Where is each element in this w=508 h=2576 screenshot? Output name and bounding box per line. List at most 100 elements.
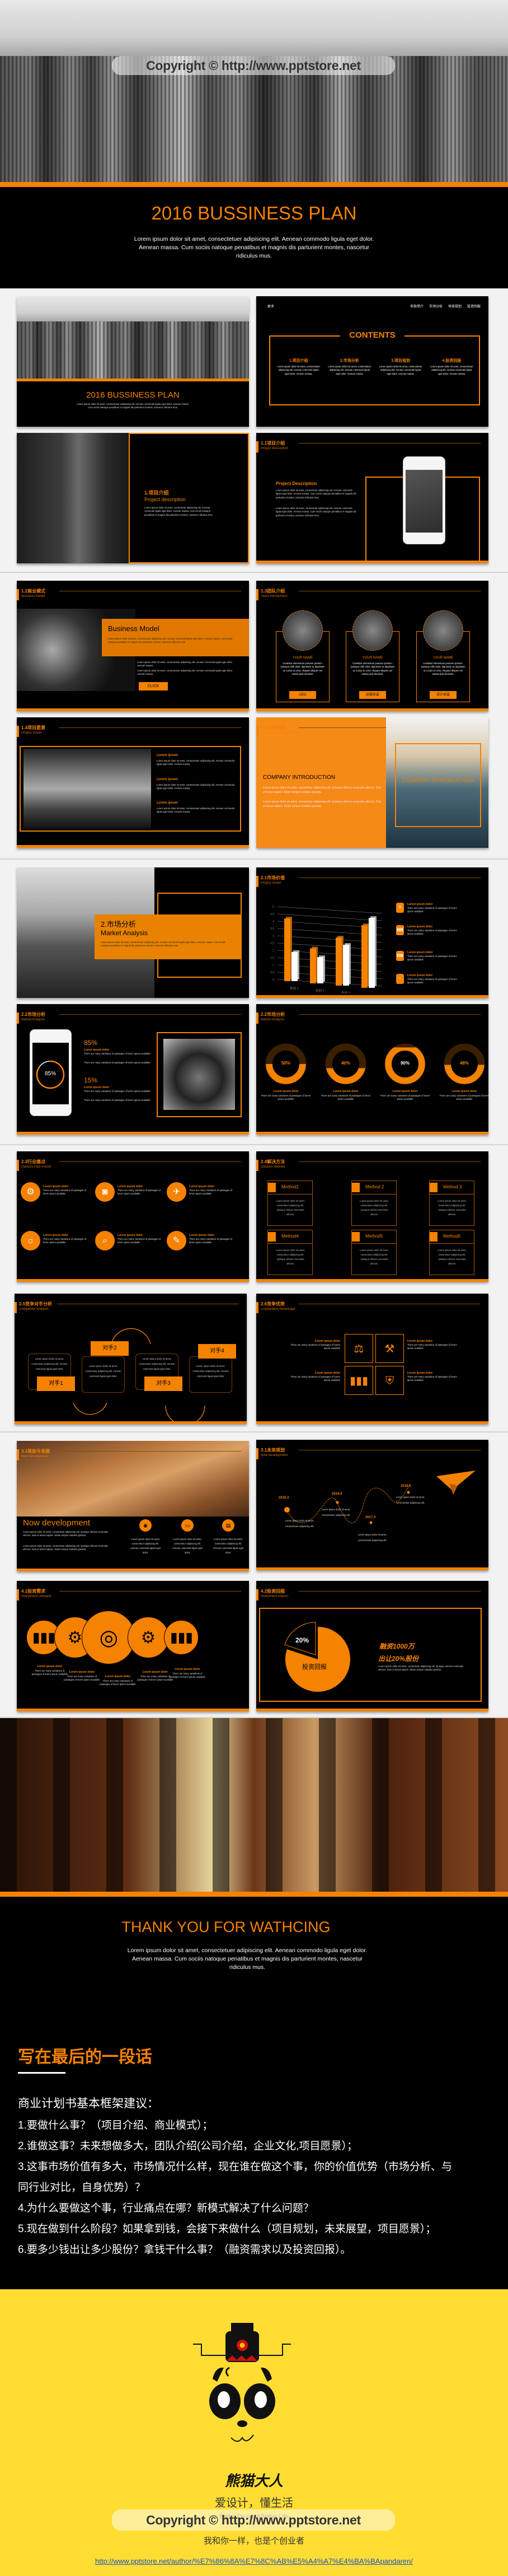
- slide-market-value[interactable]: 2.1市场价值 Project Vision 0 0.5 1 1.5 2 2.5 3 3.5 4 4…: [256, 867, 488, 998]
- member-name: YOUR NAME: [432, 656, 454, 660]
- slide-project-vision[interactable]: 1.4项目愿景 Project Vision Lorem ipsum Lorem i…: [17, 717, 249, 848]
- slide-now-development[interactable]: 3.1现如今发展 Now development Now development …: [17, 1441, 249, 1571]
- member-role-button[interactable]: 运营总监: [359, 691, 386, 699]
- motto: 我和你一样，也是个创业者: [203, 2536, 304, 2546]
- header-title: 1.4项目愿景: [21, 725, 46, 730]
- feature-body: There are many variations of passages of…: [407, 955, 457, 962]
- method-body: Lorem ipsum dolor sit amet, consectetur …: [276, 1249, 305, 1265]
- method-divider: [430, 1243, 474, 1244]
- rival-body: Lorem ipsum dolor sit amet, consectetur …: [192, 1365, 229, 1378]
- rival-label[interactable]: 对手3: [144, 1376, 182, 1391]
- milestone-body: Lorem ipsum dolor sit amet, consectetuer…: [321, 1508, 351, 1516]
- contents-item[interactable]: 1.项目介绍 Lorem ipsum dolor sit amet, consec…: [276, 358, 321, 376]
- header-rule: [299, 1161, 481, 1162]
- pain-title: Lorem ipsum dolor: [117, 1234, 143, 1237]
- slide-project-description[interactable]: 1.1项目介绍 Project description Project Descr…: [256, 433, 488, 563]
- brand-name: 熊猫大人: [224, 2472, 283, 2489]
- header-subtitle: Solution Method: [261, 1165, 285, 1169]
- member-role-button[interactable]: 设计总监: [430, 691, 457, 699]
- y-tick-label: 0.5: [270, 971, 274, 974]
- rival-label[interactable]: 对手2: [91, 1341, 129, 1356]
- bar: [310, 948, 316, 983]
- demand-title: Lorem ipsum dolor: [175, 1668, 200, 1671]
- header-title: 2.2市场分析: [261, 1012, 285, 1017]
- method-marker: [430, 1232, 438, 1242]
- notes-item: 2.谁做这事？未来想做多大，团队介绍(公司介绍，企业文化,项目愿景）；: [18, 2140, 358, 2152]
- header-title: 3.1现如今发展: [21, 1449, 50, 1454]
- vision-item-title: Lorem ipsum: [157, 801, 178, 805]
- header-accent-bar: [17, 1160, 19, 1171]
- slide-grid-2: 1.2商业模式 Business Model Business Model Lor…: [0, 573, 508, 860]
- header-rule: [299, 1014, 481, 1015]
- donut-body: There are many variations of passages of…: [261, 1094, 311, 1101]
- slide-project-intro[interactable]: 1.项目介绍 Project description Lorem ipsum d…: [17, 433, 249, 563]
- content-heading: Project Description: [276, 481, 317, 486]
- ring-label: 85%: [44, 1071, 56, 1077]
- gears-icon: ⚙: [127, 1617, 169, 1658]
- contents-item-body: Lorem ipsum dolor sit amet, consectetuer…: [379, 365, 422, 375]
- slide-investment-demand[interactable]: 4.1投资需求 Investment Demand ▮▮▮ Lorem ipsum …: [17, 1581, 249, 1711]
- slide-future-plan[interactable]: 3.1未来规划 Now development 2016.3 Lorem ipsum…: [256, 1440, 488, 1570]
- method-marker: [352, 1232, 360, 1242]
- slide-market-analysis[interactable]: 2.市场分析 Market Analysis Lorem ipsum dolor…: [17, 867, 249, 998]
- nav-item[interactable]: 市场分析: [429, 304, 443, 309]
- bottom-bar: [17, 708, 249, 711]
- header-accent-bar: [17, 1012, 19, 1024]
- header-accent-bar: [17, 1589, 19, 1600]
- paper-plane-icon: [436, 1471, 476, 1495]
- closing-body: Lorem ipsum dolor sit amet, consectetuer…: [127, 1947, 368, 1971]
- slide-cover[interactable]: 2016 BUSSINESS PLAN Lorem ipsum dolor si…: [17, 296, 249, 427]
- nav-item[interactable]: 投资回报: [467, 304, 481, 309]
- member-role-button[interactable]: CEO: [289, 691, 316, 699]
- header-subtitle: Industry Pain Points: [21, 1165, 51, 1169]
- slide-market-donuts[interactable]: 2.2市场分析 Market Analysis 50% Lorem ipsum do…: [256, 1004, 488, 1135]
- method-body: Lorem ipsum dolor sit amet, consectetur …: [438, 1249, 467, 1265]
- author-link[interactable]: http://www.pptstore.net/author/%E7%86%8A…: [0, 2557, 508, 2565]
- money-bag-icon: $: [396, 903, 404, 913]
- method-divider: [268, 1243, 312, 1244]
- contents-item-title: 2.市场分析: [340, 359, 359, 363]
- pain-title: Lorem ipsum dolor: [43, 1234, 69, 1237]
- bar: [317, 957, 323, 983]
- feature-body: There are many variations of passages of…: [407, 978, 457, 984]
- advantage-title: Lorem ipsum dolor: [407, 1340, 433, 1343]
- stat-body: There are many variations of passages of…: [84, 1099, 150, 1102]
- slide-contents[interactable]: 更多 项目简介 市场分析 项目规划 投资回报 CONTENTS 1.项目介绍 Lo…: [256, 296, 488, 427]
- nav-item[interactable]: 项目简介: [410, 304, 424, 309]
- slide-company-intro[interactable]: 1.5公司介绍 Company Introduction COMPANY INTR…: [256, 717, 488, 848]
- milestone-date: 2018.3: [401, 1485, 411, 1488]
- method-body: Lorem ipsum dolor sit amet, consectetur …: [438, 1200, 467, 1216]
- y-tick-label: 4.5: [270, 913, 274, 916]
- click-button[interactable]: CLICK: [139, 682, 168, 690]
- slide-team[interactable]: 1.3团队介绍 Team Introduction YOUR NAME Curabi…: [256, 581, 488, 711]
- demand-title: Lorem ipsum dolor: [105, 1675, 131, 1678]
- member-photo: [283, 610, 323, 651]
- slide-pain-points[interactable]: 2.3行业痛点 Industry Pain Points ⚙ Lorem ipsum…: [17, 1151, 249, 1282]
- stat-title: Lorem ipsum dolor: [84, 1086, 110, 1089]
- notes-item: 3.这事市场价值有多大，市场情况什么样，现在谁在做这个事，你的价值优势（市场分析…: [18, 2161, 452, 2173]
- contents-item[interactable]: 3.项目规划 Lorem ipsum dolor sit amet, consec…: [378, 358, 423, 376]
- demand-body: There are many variations of passages of…: [100, 1679, 136, 1686]
- donut-title: Lorem ipsum dolor: [333, 1090, 359, 1093]
- nav-more[interactable]: 更多: [267, 304, 274, 309]
- header-title: 1.1项目介绍: [261, 441, 285, 446]
- contents-item[interactable]: 2.市场分析 Lorem ipsum dolor sit amet, consec…: [327, 358, 372, 376]
- copyright-watermark: Copyright © http://www.pptstore.net: [112, 2509, 395, 2531]
- rival-label[interactable]: 对手1: [37, 1376, 75, 1391]
- slide-business-model[interactable]: 1.2商业模式 Business Model Business Model Lor…: [17, 581, 249, 711]
- rival-label[interactable]: 对手4: [198, 1344, 236, 1359]
- slide-investment-return[interactable]: 4.2投资回报 Investment Return 20% 投资回报 融资1000…: [256, 1581, 488, 1711]
- slide-competitors[interactable]: 2.5竞争对手分析 Competitor Analysis Lorem ipsum…: [15, 1294, 247, 1424]
- method-title: Method6: [443, 1234, 461, 1239]
- bottom-bar: [15, 1421, 247, 1424]
- slide-competitive-advantage[interactable]: 2.6竞争优势 Competitive Advantage ⚖ Lorem ipsu…: [256, 1294, 488, 1424]
- slide-market-stats[interactable]: 2.2市场分析 Market Analysis 85% 85% Lorem ips…: [17, 1004, 249, 1135]
- slide-solution-methods[interactable]: 2.4解决方法 Solution Method Method1 Lorem ipsu…: [256, 1151, 488, 1282]
- member-bio: Curabitur elementum posuere pretium. Qui…: [421, 662, 465, 676]
- nav-item[interactable]: 项目规划: [448, 304, 462, 309]
- content-paragraph: Lorem ipsum dolor sit amet, consectetur …: [276, 489, 356, 499]
- method-title: Method 2: [365, 1184, 384, 1189]
- header-title: 2.3行业痛点: [21, 1159, 46, 1164]
- pie-caption: 投资回报: [302, 1664, 327, 1670]
- contents-item[interactable]: 4.投资回报 Lorem ipsum dolor sit amet, consec…: [429, 358, 474, 376]
